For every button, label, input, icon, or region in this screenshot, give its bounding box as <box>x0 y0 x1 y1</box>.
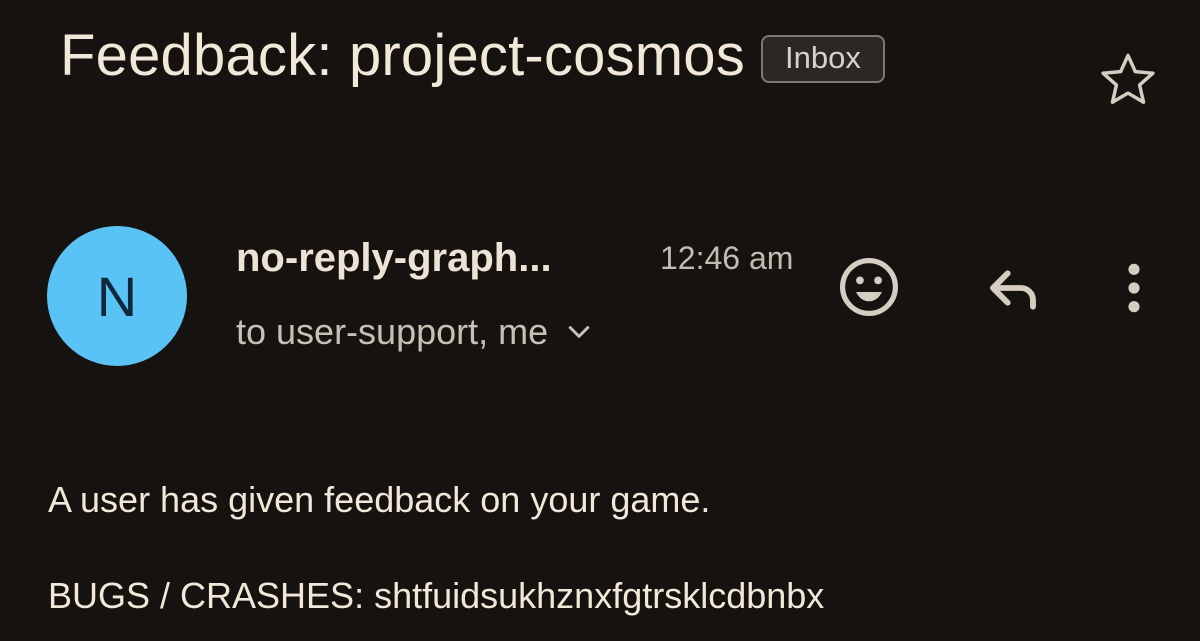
add-reaction-button[interactable] <box>836 254 902 320</box>
more-vertical-icon <box>1128 263 1140 313</box>
reply-button[interactable] <box>980 256 1046 320</box>
add-emoji-reaction-icon <box>839 257 899 317</box>
avatar-initial: N <box>96 264 138 328</box>
chevron-down-icon <box>568 326 590 338</box>
email-subject: Feedback: project-cosmos <box>60 23 745 88</box>
sender-name[interactable]: no-reply-graph... <box>236 234 552 282</box>
star-outline-icon <box>1101 53 1155 104</box>
sender-avatar[interactable]: N <box>47 226 187 366</box>
recipients-toggle[interactable]: to user-support, me <box>236 308 594 356</box>
subject-row: Feedback: project-cosmos Inbox <box>60 16 885 96</box>
more-options-button[interactable] <box>1114 256 1154 320</box>
recipients-text: to user-support, me <box>236 311 549 352</box>
email-body-line-2: BUGS / CRASHES: shtfuidsukhznxfgtrsklcdb… <box>48 575 825 616</box>
email-time: 12:46 am <box>660 240 794 276</box>
inbox-label-badge[interactable]: Inbox <box>760 35 885 83</box>
reply-icon <box>990 270 1036 310</box>
email-body-line-1: A user has given feedback on your game. <box>48 479 711 520</box>
star-button[interactable] <box>1096 48 1160 112</box>
